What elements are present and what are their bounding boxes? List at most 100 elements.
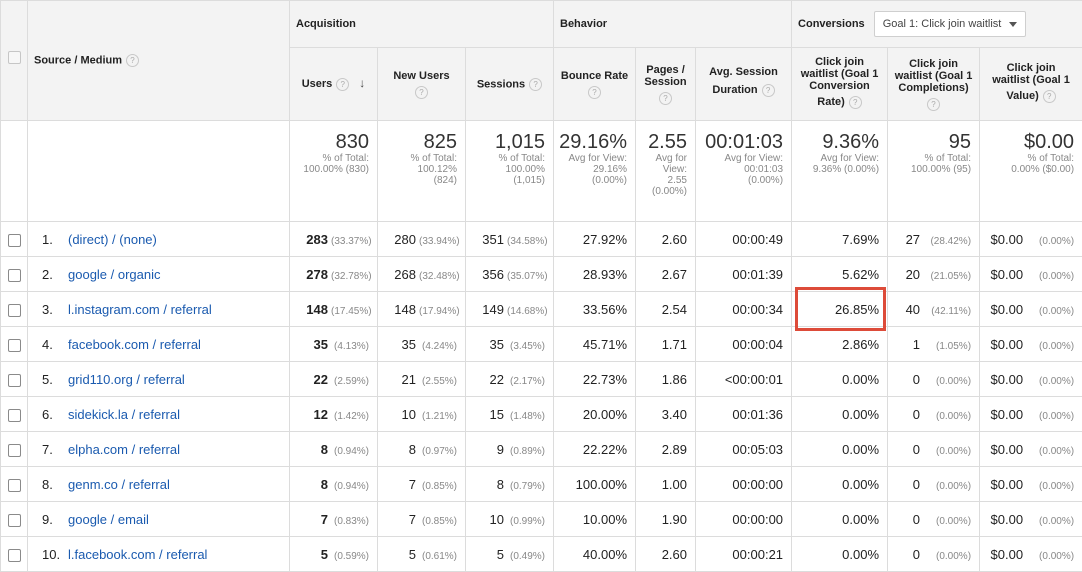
completions-column-header[interactable]: Click joinwaitlist (Goal 1Completions)?	[888, 48, 980, 121]
totals-row: 830% of Total:100.00% (830) 825% of Tota…	[1, 121, 1082, 222]
goal-value-value: $0.00	[991, 232, 1024, 247]
goal-value-percent: (0.00%)	[1026, 341, 1074, 352]
row-index: 3.	[42, 302, 66, 317]
users-value: 35	[314, 337, 328, 352]
row-index: 4.	[42, 337, 66, 352]
sessions-percent: (0.89%)	[507, 446, 545, 457]
table-row: 6.sidekick.la / referral 12(1.42%) 10(1.…	[1, 397, 1082, 432]
select-all-checkbox[interactable]	[8, 51, 21, 64]
pages-session-value: 3.40	[636, 397, 696, 432]
row-checkbox[interactable]	[8, 444, 21, 457]
source-medium-link[interactable]: facebook.com / referral	[68, 337, 201, 352]
help-icon[interactable]: ?	[927, 98, 940, 111]
users-percent: (0.94%)	[331, 446, 369, 457]
bounce-rate-column-header[interactable]: Bounce Rate?	[554, 48, 636, 121]
help-icon[interactable]: ?	[336, 78, 349, 91]
bounce-rate-value: 100.00%	[554, 467, 636, 502]
row-checkbox[interactable]	[8, 304, 21, 317]
new-users-value: 7	[409, 512, 416, 527]
total-completions: 95% of Total:100.00% (95)	[888, 121, 980, 222]
new-users-value: 35	[402, 337, 416, 352]
completions-percent: (0.00%)	[923, 516, 971, 527]
source-medium-link[interactable]: genm.co / referral	[68, 477, 170, 492]
row-checkbox[interactable]	[8, 269, 21, 282]
table-row: 1.(direct) / (none) 283(33.37%) 280(33.9…	[1, 222, 1082, 257]
goal-value-value: $0.00	[991, 267, 1024, 282]
new-users-value: 21	[402, 372, 416, 387]
new-users-percent: (4.24%)	[419, 341, 457, 352]
avg-duration-value: 00:00:49	[696, 222, 792, 257]
help-icon[interactable]: ?	[762, 84, 775, 97]
select-all-cell[interactable]	[1, 1, 28, 121]
conversion-rate-value: 5.62%	[792, 257, 888, 292]
row-checkbox[interactable]	[8, 514, 21, 527]
source-medium-link[interactable]: sidekick.la / referral	[68, 407, 180, 422]
completions-value: 0	[913, 442, 920, 457]
source-medium-header[interactable]: Source / Medium?	[28, 1, 290, 121]
sessions-percent: (2.17%)	[507, 376, 545, 387]
help-icon[interactable]: ?	[659, 92, 672, 105]
sessions-percent: (34.58%)	[507, 236, 545, 247]
help-icon[interactable]: ?	[415, 86, 428, 99]
conversion-rate-column-header[interactable]: Click joinwaitlist (Goal 1ConversionRate…	[792, 48, 888, 121]
row-checkbox[interactable]	[8, 374, 21, 387]
goal-value-value: $0.00	[991, 302, 1024, 317]
goal-value-percent: (0.00%)	[1026, 271, 1074, 282]
pages-session-column-header[interactable]: Pages /Session?	[636, 48, 696, 121]
avg-session-duration-column-header[interactable]: Avg. SessionDuration?	[696, 48, 792, 121]
bounce-rate-value: 33.56%	[554, 292, 636, 327]
row-index: 8.	[42, 477, 66, 492]
completions-value: 20	[906, 267, 920, 282]
row-checkbox[interactable]	[8, 339, 21, 352]
completions-value: 0	[913, 477, 920, 492]
new-users-value: 268	[394, 267, 416, 282]
sessions-column-header[interactable]: Sessions?	[466, 48, 554, 121]
source-medium-link[interactable]: google / organic	[68, 267, 161, 282]
sessions-value: 22	[490, 372, 504, 387]
sessions-percent: (1.48%)	[507, 411, 545, 422]
goal-value-percent: (0.00%)	[1026, 551, 1074, 562]
help-icon[interactable]: ?	[1043, 90, 1056, 103]
goal-value-value: $0.00	[991, 372, 1024, 387]
new-users-column-header[interactable]: New Users?	[378, 48, 466, 121]
help-icon[interactable]: ?	[126, 54, 139, 67]
table-row: 8.genm.co / referral 8(0.94%) 7(0.85%) 8…	[1, 467, 1082, 502]
help-icon[interactable]: ?	[529, 78, 542, 91]
source-medium-link[interactable]: google / email	[68, 512, 149, 527]
users-column-header[interactable]: Users?↓	[290, 48, 378, 121]
sessions-percent: (0.49%)	[507, 551, 545, 562]
source-medium-link[interactable]: grid110.org / referral	[68, 372, 185, 387]
users-percent: (0.59%)	[331, 551, 369, 562]
users-value: 8	[321, 442, 328, 457]
source-medium-link[interactable]: elpha.com / referral	[68, 442, 180, 457]
completions-percent: (0.00%)	[923, 481, 971, 492]
users-value: 22	[314, 372, 328, 387]
avg-duration-value: 00:05:03	[696, 432, 792, 467]
pages-session-value: 2.60	[636, 222, 696, 257]
help-icon[interactable]: ?	[588, 86, 601, 99]
sort-descending-icon[interactable]: ↓	[359, 76, 365, 90]
bounce-rate-value: 22.73%	[554, 362, 636, 397]
avg-duration-value: <00:00:01	[696, 362, 792, 397]
goal-value-column-header[interactable]: Click joinwaitlist (Goal 1Value)?	[980, 48, 1082, 121]
table-row: 10.l.facebook.com / referral 5(0.59%) 5(…	[1, 537, 1082, 572]
row-checkbox[interactable]	[8, 549, 21, 562]
row-index: 7.	[42, 442, 66, 457]
new-users-percent: (0.85%)	[419, 481, 457, 492]
acquisition-group-header: Acquisition	[290, 1, 554, 48]
row-checkbox[interactable]	[8, 409, 21, 422]
total-sessions: 1,015% of Total:100.00%(1,015)	[466, 121, 554, 222]
row-checkbox[interactable]	[8, 479, 21, 492]
conversion-rate-value: 0.00%	[792, 397, 888, 432]
row-checkbox[interactable]	[8, 234, 21, 247]
avg-duration-value: 00:01:39	[696, 257, 792, 292]
completions-value: 40	[906, 302, 920, 317]
help-icon[interactable]: ?	[849, 96, 862, 109]
new-users-value: 7	[409, 477, 416, 492]
source-medium-link[interactable]: l.instagram.com / referral	[68, 302, 212, 317]
source-medium-link[interactable]: (direct) / (none)	[68, 232, 157, 247]
goal-select-dropdown[interactable]: Goal 1: Click join waitlist	[874, 11, 1027, 37]
completions-percent: (0.00%)	[923, 376, 971, 387]
users-value: 8	[321, 477, 328, 492]
source-medium-link[interactable]: l.facebook.com / referral	[68, 547, 207, 562]
